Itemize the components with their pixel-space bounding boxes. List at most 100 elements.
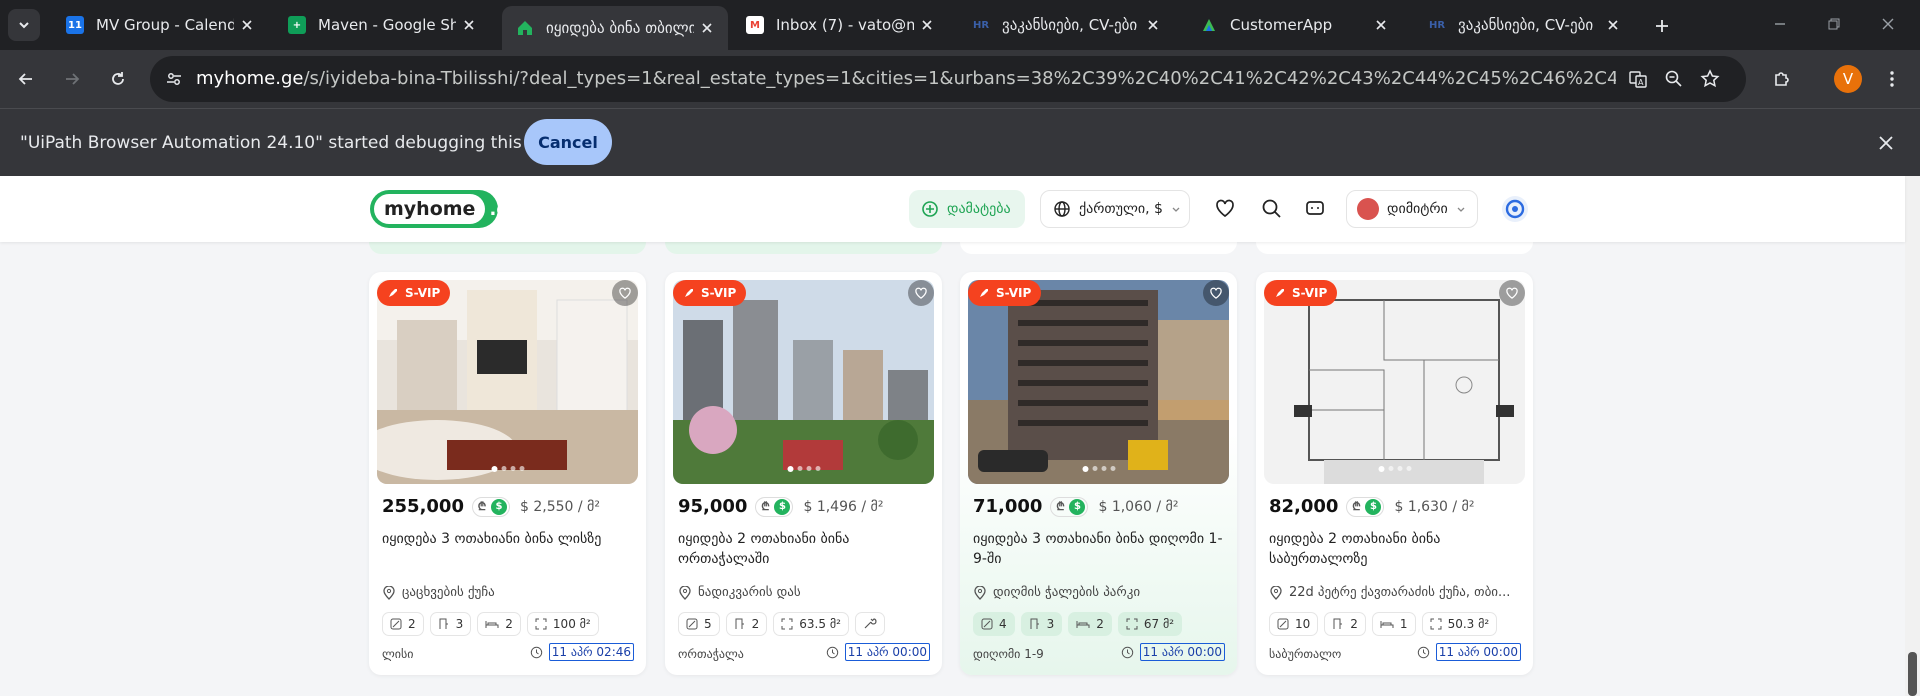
listing-title[interactable]: იყიდება 2 ოთახიანი ბინა საბურთალოზე — [1269, 529, 1519, 569]
scrollbar-thumb[interactable] — [1908, 652, 1917, 696]
bed-icon — [1380, 621, 1394, 628]
rooms-icon — [686, 618, 698, 630]
listing-title[interactable]: იყიდება 2 ოთახიანი ბინა ორთაჭალაში — [678, 529, 928, 569]
minimize-button[interactable] — [1760, 8, 1800, 40]
message-icon — [1306, 201, 1324, 215]
rooms-icon — [390, 618, 402, 630]
chevron-down-icon — [19, 22, 29, 29]
close-icon[interactable] — [694, 15, 720, 41]
tab-sheets[interactable]: + Maven - Google Sheets — [274, 8, 490, 42]
listing-card[interactable]: S-VIP 95,000 ₾ $ $ 1,496 / მ² იყიდება 2 ო… — [665, 272, 942, 675]
listing-card[interactable]: S-VIP 71,000 ₾ $ $ 1,060 / მ² იყიდება 3 ო… — [960, 272, 1237, 675]
listing-card[interactable]: S-VIP 255,000 ₾ $ $ 2,550 / მ² იყიდება 3 … — [369, 272, 646, 675]
date-value: 11 აპრ 02:46 — [548, 643, 634, 661]
listing-photo[interactable] — [968, 280, 1229, 484]
photo-pagination — [491, 466, 524, 472]
listing-features: 2 3 2 100 მ² — [382, 612, 599, 636]
area-feature: 63.5 მ² — [773, 612, 849, 636]
currency-toggle[interactable]: ₾ $ — [1050, 496, 1089, 517]
currency-toggle[interactable]: ₾ $ — [755, 496, 794, 517]
language-currency-selector[interactable]: ქართული, $ — [1040, 190, 1190, 228]
rocket-icon — [1276, 289, 1284, 297]
listing-date: 11 აპრ 00:00 — [1121, 643, 1225, 661]
location-pin-icon — [1270, 585, 1282, 600]
favorite-button[interactable] — [1499, 280, 1525, 306]
tab-customerapp[interactable]: CustomerApp — [1186, 8, 1402, 42]
arrow-right-icon — [66, 73, 80, 85]
search-button[interactable] — [1258, 195, 1284, 221]
address-bar[interactable]: myhome.ge/s/iyideba-bina-Tbilisshi/?deal… — [150, 56, 1746, 102]
area-icon — [1430, 618, 1442, 630]
plus-circle-icon — [922, 201, 938, 217]
wrench-icon — [864, 618, 877, 629]
myhome-logo[interactable]: myhome .ge — [370, 190, 521, 228]
bedrooms-value: 1 — [1399, 617, 1408, 631]
listing-photo[interactable] — [1264, 280, 1525, 484]
messages-button[interactable] — [1302, 195, 1328, 221]
tab-myhome[interactable]: იყიდება ბინა თბილისში — [502, 6, 728, 50]
google-calendar-icon: 11 — [66, 16, 84, 34]
language-label: ქართული, $ — [1079, 201, 1163, 217]
infobar-cancel-button[interactable]: Cancel — [524, 119, 612, 165]
favorite-button[interactable] — [908, 280, 934, 306]
forward-button[interactable] — [56, 63, 88, 95]
tab-hr-vacancies[interactable]: HR ვაკანსიები, CV-ები — [958, 8, 1174, 42]
price-per-sqm: $ 2,550 / მ² — [519, 498, 600, 515]
clock-icon — [1417, 646, 1429, 658]
listing-photo[interactable] — [377, 280, 638, 484]
currency-toggle[interactable]: ₾ $ — [471, 496, 510, 517]
svip-badge: S-VIP — [377, 280, 451, 306]
google-sheets-icon: + — [288, 16, 306, 34]
listing-address: 22d პეტრე ქავთარაძის ქუჩა, თბი... — [1269, 585, 1524, 600]
address-text: 22d პეტრე ქავთარაძის ქუჩა, თბი... — [1289, 585, 1511, 600]
restore-button[interactable] — [1814, 8, 1854, 40]
rooms-feature: 5 — [678, 612, 720, 636]
floor-feature: 2 — [725, 612, 768, 636]
tab-hr-vacancies-2[interactable]: HR ვაკანსიები, CV-ები — [1414, 8, 1634, 42]
extensions-button[interactable] — [1766, 63, 1798, 95]
bookmark-star-icon[interactable] — [1696, 65, 1724, 93]
new-tab-button[interactable] — [1648, 12, 1676, 40]
close-icon[interactable] — [1600, 12, 1626, 38]
stairs-icon — [735, 618, 744, 629]
favorite-button[interactable] — [1203, 280, 1229, 306]
user-menu[interactable]: დიმიტრი — [1346, 190, 1478, 228]
bedrooms-feature: 1 — [1371, 612, 1416, 636]
tab-calendar[interactable]: 11 MV Group - Calendar — [52, 8, 268, 42]
currency-toggle[interactable]: ₾ $ — [1346, 496, 1385, 517]
site-info-icon[interactable] — [160, 65, 188, 93]
browser-menu-button[interactable] — [1876, 63, 1908, 95]
infobar-close-button[interactable] — [1872, 129, 1900, 157]
address-text: ცაცხვების ქუჩა — [402, 585, 495, 600]
support-chat-button[interactable] — [1498, 192, 1532, 226]
back-button[interactable] — [10, 63, 42, 95]
support-icon — [1502, 196, 1528, 222]
tab-title: ვაკანსიები, CV-ები — [1458, 16, 1594, 34]
close-icon[interactable] — [456, 12, 482, 38]
user-avatar — [1357, 198, 1379, 220]
listing-title[interactable]: იყიდება 3 ოთახიანი ბინა ლისზე — [382, 529, 632, 549]
page-scrollbar[interactable] — [1905, 176, 1920, 696]
tab-title: CustomerApp — [1230, 16, 1333, 34]
translate-icon[interactable]: A — [1624, 65, 1652, 93]
svip-badge: S-VIP — [673, 280, 747, 306]
listing-title[interactable]: იყიდება 3 ოთახიანი ბინა დიღომი 1-9-ში — [973, 529, 1223, 569]
rooms-icon — [981, 618, 993, 630]
favorites-button[interactable] — [1212, 195, 1238, 221]
add-listing-button[interactable]: დამატება — [909, 190, 1025, 228]
reload-button[interactable] — [102, 63, 134, 95]
close-icon[interactable] — [914, 12, 940, 38]
close-icon[interactable] — [1368, 12, 1394, 38]
listing-photo[interactable] — [673, 280, 934, 484]
profile-avatar[interactable]: V — [1834, 65, 1862, 93]
price-value: 95,000 — [678, 496, 748, 517]
close-window-button[interactable] — [1868, 8, 1908, 40]
zoom-icon[interactable] — [1660, 65, 1688, 93]
close-icon[interactable] — [234, 12, 260, 38]
listing-card[interactable]: S-VIP 82,000 ₾ $ $ 1,630 / მ² იყიდება 2 ო… — [1256, 272, 1533, 675]
tab-gmail[interactable]: M Inbox (7) - vato@mv — [732, 8, 948, 42]
tab-search-button[interactable] — [8, 9, 40, 41]
favorite-button[interactable] — [612, 280, 638, 306]
listing-features: 5 2 63.5 მ² — [678, 612, 885, 636]
close-icon[interactable] — [1140, 12, 1166, 38]
